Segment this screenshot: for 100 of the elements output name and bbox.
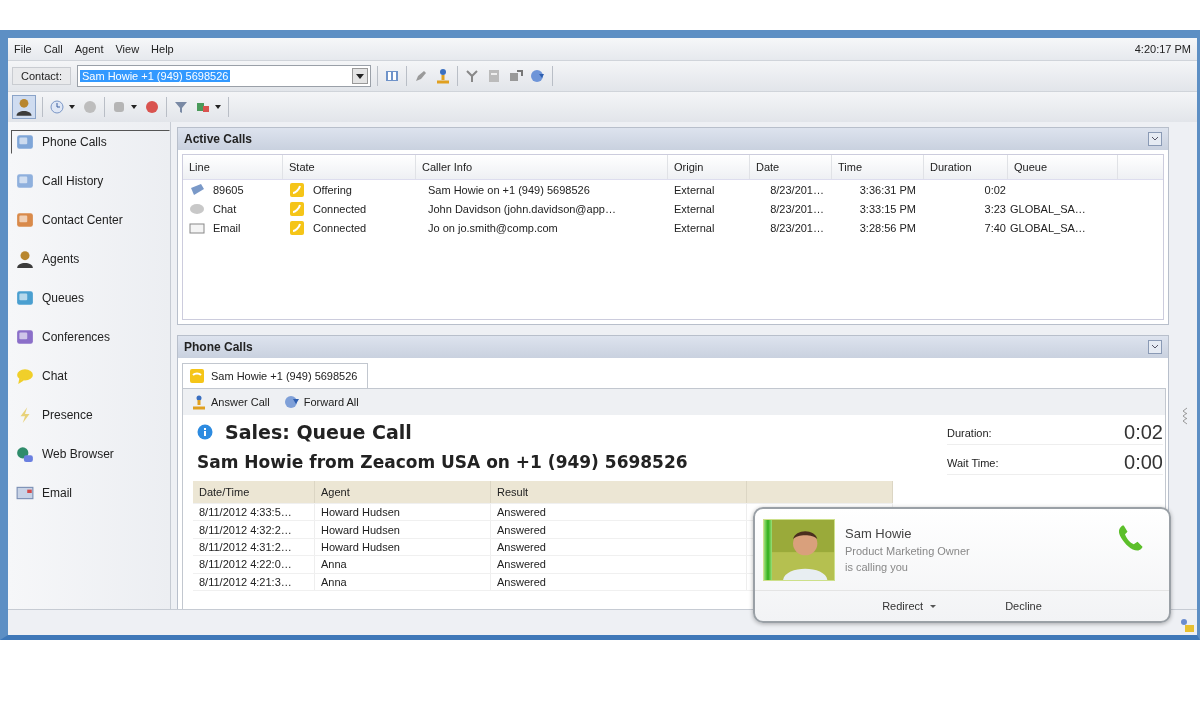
forward-button[interactable]: Forward All — [281, 392, 361, 412]
table-cell: Answered — [491, 521, 747, 538]
table-cell-text: External — [673, 183, 716, 196]
sidebar-item[interactable]: Email — [11, 481, 170, 505]
table-cell: 8/11/2012 4:21:3… — [193, 573, 315, 590]
sidebar-item[interactable]: Web Browser — [11, 442, 170, 466]
caret-icon[interactable] — [68, 103, 76, 111]
phone-icon — [189, 181, 205, 198]
table-cell-text: 8/23/201… — [769, 183, 825, 196]
table-cell-text: 3:28:56 PM — [858, 221, 917, 234]
table-cell-text: GLOBAL_SA… — [1009, 221, 1087, 234]
column-header[interactable]: Agent — [315, 481, 491, 503]
caret-icon[interactable] — [130, 103, 138, 111]
envelope-icon — [16, 484, 34, 502]
tray-icon — [1179, 617, 1195, 633]
table-cell-text: GLOBAL_SA… — [1009, 202, 1087, 215]
table-cell: Answered — [491, 538, 747, 556]
table-cell: Howard Hudsen — [315, 538, 491, 556]
sidebar-item[interactable]: Queues — [11, 286, 170, 310]
info-icon — [197, 424, 213, 440]
collapse-icon[interactable] — [1148, 340, 1162, 354]
table-cell: Answered — [491, 556, 747, 573]
globe-icon — [16, 445, 34, 463]
sidebar-item[interactable]: Contact Center — [11, 208, 170, 232]
column-header[interactable]: Duration — [924, 155, 1008, 179]
fork-icon[interactable] — [463, 68, 480, 84]
column-header[interactable]: Result — [491, 481, 747, 503]
caret-icon[interactable] — [214, 103, 222, 111]
answer-call-button[interactable]: Answer Call — [189, 392, 272, 412]
column-header[interactable]: State — [283, 155, 416, 179]
table-cell-text: 0:02 — [983, 183, 1007, 196]
sidebar-icon — [16, 328, 34, 346]
column-header[interactable]: Time — [832, 155, 924, 179]
person-icon — [16, 250, 34, 268]
status-icon — [289, 219, 305, 236]
table-cell: Anna — [315, 556, 491, 573]
sidebar-item[interactable]: Call History — [11, 169, 170, 193]
sidebar-item[interactable]: Presence — [11, 403, 170, 427]
sidebar-icon — [16, 211, 34, 229]
dropdown-icon[interactable] — [351, 68, 368, 84]
table-cell-text: External — [673, 221, 716, 234]
globe-icon — [283, 394, 300, 410]
column-header[interactable]: Line — [183, 155, 283, 179]
filter-icon[interactable] — [173, 99, 189, 115]
phone-icon — [189, 368, 205, 384]
table-cell-text: External — [673, 202, 716, 215]
call-tab[interactable]: Sam Howie +1 (949) 5698526 — [182, 363, 369, 388]
stat-label: Duration: — [947, 426, 992, 439]
column-header[interactable]: Date/Time — [193, 481, 315, 503]
menu-item[interactable]: Agent — [74, 43, 104, 55]
collapse-icon[interactable] — [1148, 132, 1162, 146]
stat-value: 0:00 — [1124, 451, 1163, 474]
panel-title: Active Calls — [184, 132, 253, 146]
presence-bar — [764, 519, 772, 580]
redirect-button[interactable]: Redirect — [876, 599, 944, 613]
table-cell-text: 8/23/201… — [769, 221, 825, 234]
sidebar-item[interactable]: Phone Calls — [11, 130, 170, 154]
table-cell: Connected — [313, 202, 367, 215]
user-icon — [191, 394, 207, 410]
table-cell-text: 3:33:15 PM — [858, 202, 917, 215]
table-cell-text: 3:23 — [983, 202, 1007, 215]
column-header[interactable]: Caller Info — [416, 155, 668, 179]
table-cell-text: 8/23/201… — [769, 202, 825, 215]
caller-name: Sam Howie — [845, 526, 913, 541]
clock: 4:20:17 PM — [1134, 43, 1191, 55]
column-header[interactable]: Queue — [1008, 155, 1118, 179]
agent-icon[interactable] — [12, 95, 36, 119]
status-icon — [289, 200, 305, 217]
book-icon[interactable] — [383, 68, 400, 84]
table-cell: 8/11/2012 4:33:5… — [193, 504, 315, 521]
column-header[interactable]: Date — [750, 155, 832, 179]
call-message: is calling you — [845, 561, 909, 573]
stat-value: 0:02 — [1124, 421, 1163, 444]
table-cell: 8/11/2012 4:32:2… — [193, 521, 315, 538]
sidebar-icon — [16, 172, 34, 190]
table-cell: 8/11/2012 4:22:0… — [193, 556, 315, 573]
decline-button[interactable]: Decline — [999, 599, 1048, 613]
menu-item[interactable]: View — [115, 43, 140, 55]
column-header[interactable]: Origin — [668, 155, 750, 179]
sidebar-icon — [16, 133, 34, 151]
table-cell: Email — [213, 221, 241, 234]
status-icon — [289, 181, 305, 198]
table-cell: Anna — [315, 573, 491, 590]
table-cell: Answered — [491, 504, 747, 521]
user-icon[interactable] — [434, 68, 451, 84]
menu-item[interactable]: Call — [43, 43, 63, 55]
globe-icon[interactable] — [529, 68, 546, 84]
stat-label: Wait Time: — [947, 456, 999, 469]
sidebar-item[interactable]: Conferences — [11, 325, 170, 349]
table-cell-text: 3:36:31 PM — [858, 183, 917, 196]
table-cell-text: Jo on jo.smith@comp.com — [427, 221, 559, 234]
sidebar-item[interactable]: Agents — [11, 247, 170, 271]
sidebar-icon — [16, 289, 34, 307]
table-cell-text: Sam Howie on +1 (949) 5698526 — [427, 183, 591, 196]
table-cell: Howard Hudsen — [315, 521, 491, 538]
table-cell: Howard Hudsen — [315, 504, 491, 521]
menu-item[interactable]: Help — [151, 43, 174, 55]
menu-item[interactable]: File — [14, 43, 32, 55]
table-cell: Connected — [313, 221, 367, 234]
sidebar-item[interactable]: Chat — [11, 364, 170, 388]
